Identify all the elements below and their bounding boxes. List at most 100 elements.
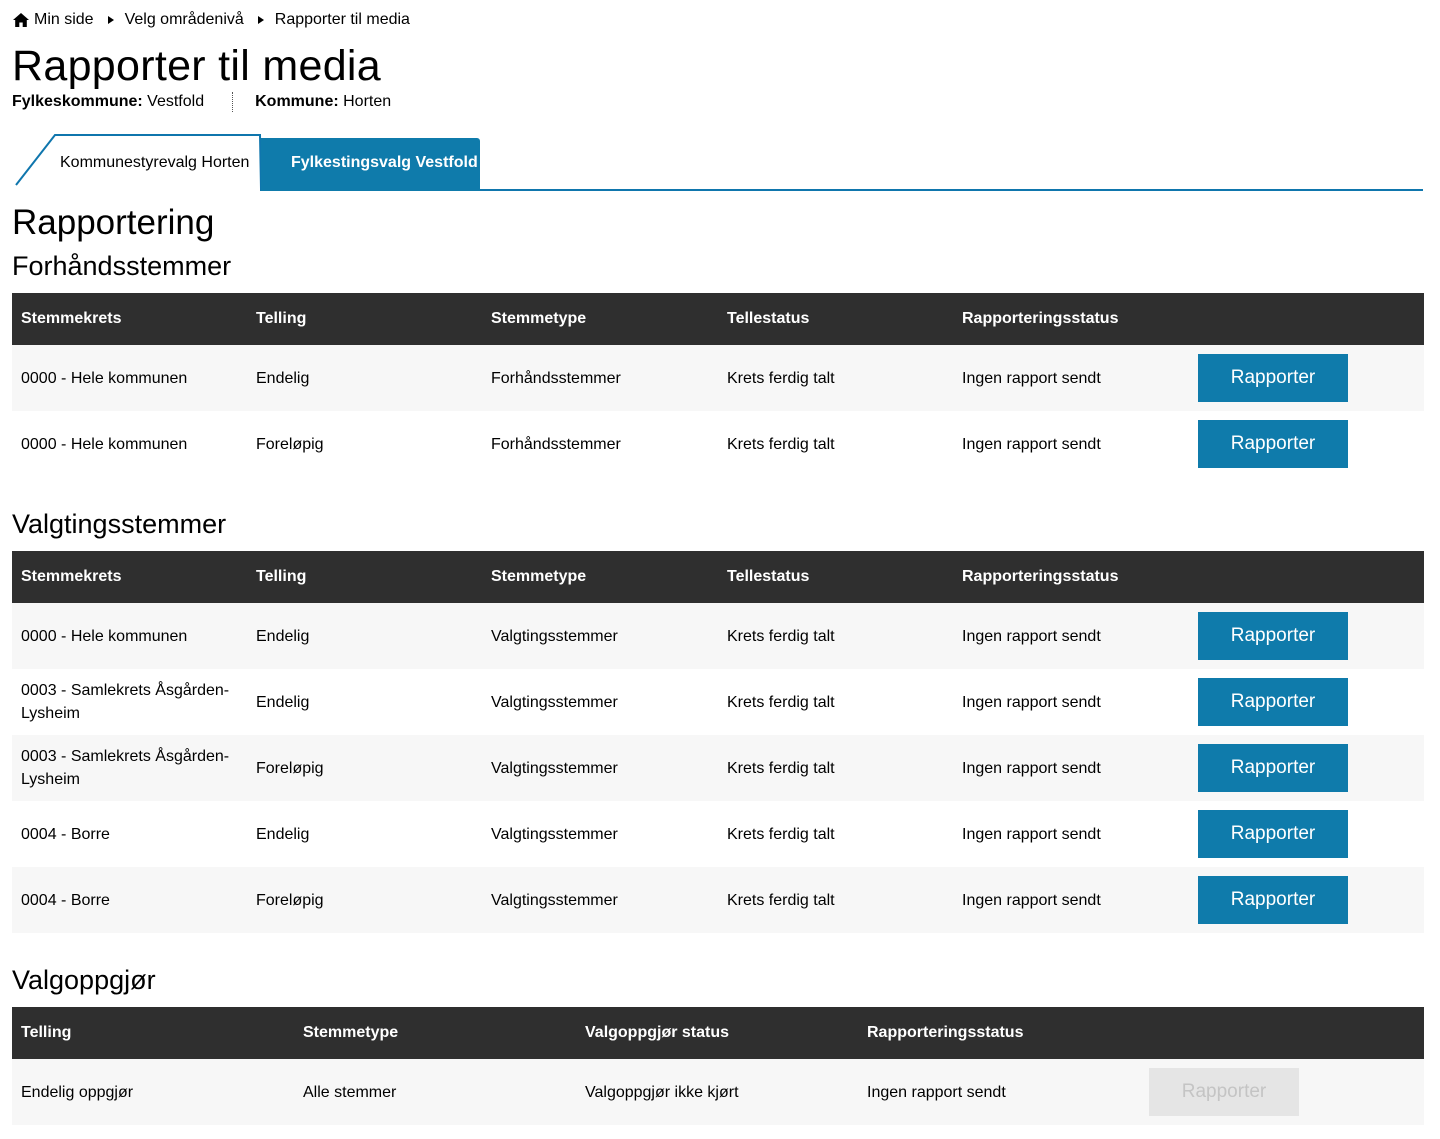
- column-header[interactable]: Stemmetype: [294, 1007, 576, 1059]
- column-header-empty: [1140, 1007, 1424, 1059]
- table-row: 0000 - Hele kommunen Foreløpig Forhåndss…: [12, 411, 1424, 477]
- election-tabs: Kommunestyrevalg Horten Fylkestingsvalg …: [12, 133, 1423, 191]
- breadcrumb-link-min-side[interactable]: Min side: [34, 11, 94, 29]
- column-header[interactable]: Stemmekrets: [12, 551, 247, 603]
- column-header[interactable]: Telling: [247, 551, 482, 603]
- cell-valgoppgjor-status: Valgoppgjør ikke kjørt: [576, 1059, 858, 1125]
- cell-action: Rapporter: [1140, 1059, 1424, 1125]
- cell-rapporteringsstatus: Ingen rapport sendt: [953, 801, 1189, 867]
- forhandsstemmer-table: Stemmekrets Telling Stemmetype Tellestat…: [12, 293, 1424, 477]
- column-header[interactable]: Stemmetype: [482, 551, 718, 603]
- table-header-row: Stemmekrets Telling Stemmetype Tellestat…: [12, 293, 1424, 345]
- cell-telling: Endelig: [247, 603, 482, 669]
- cell-stemmetype: Valgtingsstemmer: [482, 735, 718, 801]
- cell-action: Rapporter: [1189, 603, 1424, 669]
- rapporter-button[interactable]: Rapporter: [1198, 810, 1348, 858]
- cell-telling: Endelig: [247, 801, 482, 867]
- cell-stemmetype: Forhåndsstemmer: [482, 411, 718, 477]
- table-row: 0004 - Borre Endelig Valgtingsstemmer Kr…: [12, 801, 1424, 867]
- cell-stemmetype: Alle stemmer: [294, 1059, 576, 1125]
- fylkeskommune-value: Vestfold: [147, 93, 205, 110]
- valgtingsstemmer-title: Valgtingsstemmer: [12, 509, 227, 539]
- table-row: 0004 - Borre Foreløpig Valgtingsstemmer …: [12, 867, 1424, 933]
- rapporter-button[interactable]: Rapporter: [1198, 612, 1348, 660]
- cell-action: Rapporter: [1189, 345, 1424, 411]
- kommune-value: Horten: [343, 93, 392, 110]
- cell-rapporteringsstatus: Ingen rapport sendt: [953, 867, 1189, 933]
- rapporter-button[interactable]: Rapporter: [1198, 420, 1348, 468]
- cell-telling: Endelig: [247, 669, 482, 735]
- cell-tellestatus: Krets ferdig talt: [718, 867, 953, 933]
- column-header[interactable]: Valgoppgjør status: [576, 1007, 858, 1059]
- cell-telling: Foreløpig: [247, 735, 482, 801]
- cell-stemmekrets: 0004 - Borre: [12, 867, 247, 933]
- tab-kommunestyrevalg[interactable]: Kommunestyrevalg Horten: [12, 133, 264, 191]
- column-header[interactable]: Rapporteringsstatus: [858, 1007, 1140, 1059]
- column-header[interactable]: Rapporteringsstatus: [953, 293, 1189, 345]
- table-row: 0000 - Hele kommunen Endelig Forhåndsste…: [12, 345, 1424, 411]
- column-header-empty: [1189, 551, 1424, 603]
- cell-stemmetype: Valgtingsstemmer: [482, 669, 718, 735]
- area-info: Fylkeskommune: Vestfold Kommune: Horten: [12, 91, 391, 113]
- cell-rapporteringsstatus: Ingen rapport sendt: [953, 411, 1189, 477]
- rapporter-button[interactable]: Rapporter: [1198, 678, 1348, 726]
- cell-telling: Endelig: [247, 345, 482, 411]
- meta-divider: [232, 92, 234, 112]
- valgtingsstemmer-table: Stemmekrets Telling Stemmetype Tellestat…: [12, 551, 1424, 933]
- column-header[interactable]: Rapporteringsstatus: [953, 551, 1189, 603]
- valgoppgjor-table: Telling Stemmetype Valgoppgjør status Ra…: [12, 1007, 1424, 1125]
- home-icon[interactable]: [12, 12, 30, 28]
- breadcrumb-current: Rapporter til media: [274, 11, 410, 28]
- cell-tellestatus: Krets ferdig talt: [718, 603, 953, 669]
- cell-action: Rapporter: [1189, 669, 1424, 735]
- cell-stemmekrets: 0000 - Hele kommunen: [12, 345, 247, 411]
- cell-tellestatus: Krets ferdig talt: [718, 801, 953, 867]
- column-header[interactable]: Stemmetype: [482, 293, 718, 345]
- rapporter-button[interactable]: Rapporter: [1198, 354, 1348, 402]
- cell-rapporteringsstatus: Ingen rapport sendt: [953, 603, 1189, 669]
- cell-stemmekrets: 0000 - Hele kommunen: [12, 603, 247, 669]
- tab-fylkestingsvalg[interactable]: Fylkestingsvalg Vestfold: [261, 138, 480, 191]
- valgoppgjor-title: Valgoppgjør: [12, 965, 156, 995]
- cell-tellestatus: Krets ferdig talt: [718, 735, 953, 801]
- rapporter-button[interactable]: Rapporter: [1198, 876, 1348, 924]
- kommune-label: Kommune:: [255, 93, 339, 110]
- cell-rapporteringsstatus: Ingen rapport sendt: [953, 735, 1189, 801]
- column-header[interactable]: Tellestatus: [718, 551, 953, 603]
- cell-tellestatus: Krets ferdig talt: [718, 411, 953, 477]
- cell-action: Rapporter: [1189, 411, 1424, 477]
- column-header-empty: [1189, 293, 1424, 345]
- section-title: Rapportering: [12, 203, 215, 242]
- breadcrumb-link-velg-omradeniva[interactable]: Velg områdenivå: [125, 11, 244, 29]
- chevron-right-icon: [107, 16, 114, 24]
- rapporter-button-disabled: Rapporter: [1149, 1068, 1299, 1116]
- table-row: Endelig oppgjør Alle stemmer Valgoppgjør…: [12, 1059, 1424, 1125]
- cell-tellestatus: Krets ferdig talt: [718, 669, 953, 735]
- table-header-row: Telling Stemmetype Valgoppgjør status Ra…: [12, 1007, 1424, 1059]
- table-row: 0003 - Samlekrets Åsgården-Lysheim Forel…: [12, 735, 1424, 801]
- cell-stemmekrets: 0000 - Hele kommunen: [12, 411, 247, 477]
- rapporter-button[interactable]: Rapporter: [1198, 744, 1348, 792]
- fylkeskommune-label: Fylkeskommune:: [12, 93, 143, 110]
- tab-label: Fylkestingsvalg Vestfold: [291, 154, 478, 171]
- cell-rapporteringsstatus: Ingen rapport sendt: [953, 345, 1189, 411]
- cell-action: Rapporter: [1189, 867, 1424, 933]
- cell-action: Rapporter: [1189, 801, 1424, 867]
- table-row: 0003 - Samlekrets Åsgården-Lysheim Endel…: [12, 669, 1424, 735]
- column-header[interactable]: Telling: [247, 293, 482, 345]
- forhandsstemmer-title: Forhåndsstemmer: [12, 251, 232, 281]
- column-header[interactable]: Stemmekrets: [12, 293, 247, 345]
- cell-stemmetype: Valgtingsstemmer: [482, 801, 718, 867]
- cell-rapporteringsstatus: Ingen rapport sendt: [858, 1059, 1140, 1125]
- column-header[interactable]: Tellestatus: [718, 293, 953, 345]
- cell-stemmekrets: 0003 - Samlekrets Åsgården-Lysheim: [12, 735, 247, 801]
- cell-stemmetype: Valgtingsstemmer: [482, 603, 718, 669]
- page-title: Rapporter til media: [12, 42, 381, 90]
- cell-stemmetype: Forhåndsstemmer: [482, 345, 718, 411]
- cell-stemmekrets: 0004 - Borre: [12, 801, 247, 867]
- cell-telling: Endelig oppgjør: [12, 1059, 294, 1125]
- table-header-row: Stemmekrets Telling Stemmetype Tellestat…: [12, 551, 1424, 603]
- cell-stemmetype: Valgtingsstemmer: [482, 867, 718, 933]
- cell-tellestatus: Krets ferdig talt: [718, 345, 953, 411]
- column-header[interactable]: Telling: [12, 1007, 294, 1059]
